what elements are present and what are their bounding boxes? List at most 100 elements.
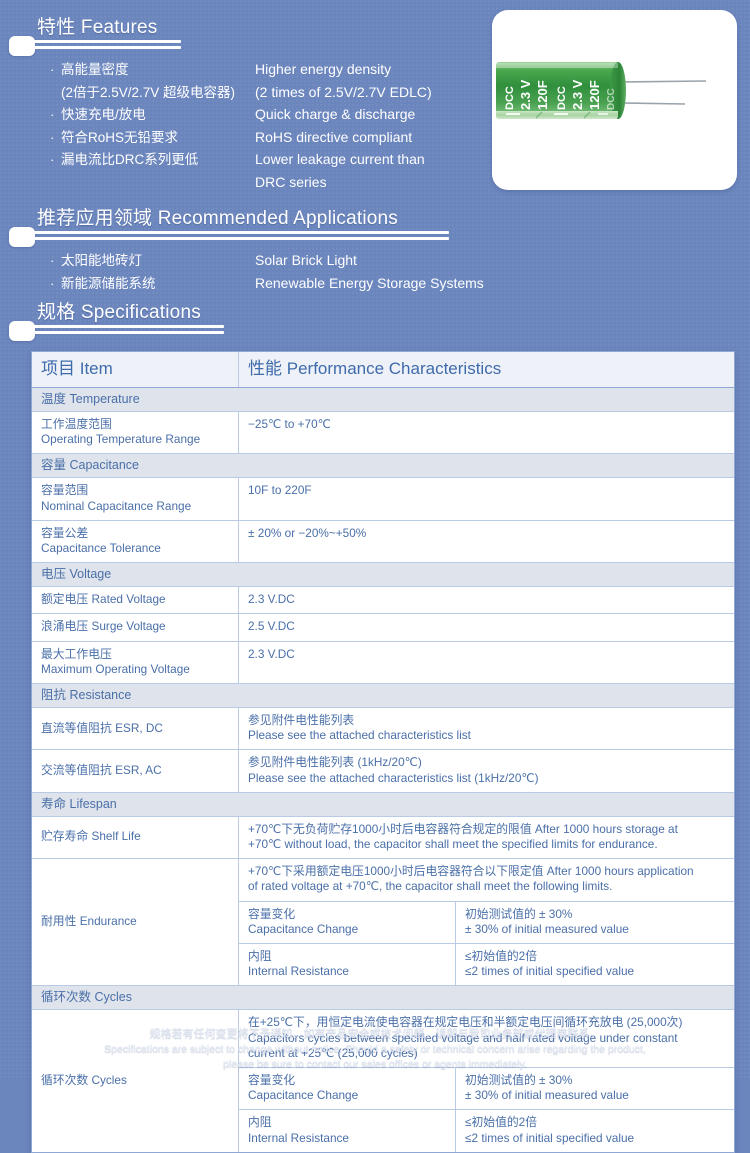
capacitor-lead-positive bbox=[619, 80, 707, 83]
bullet-dot-icon: · bbox=[50, 107, 55, 122]
row-value-cell: 参见附件电性能列表 (1kHz/20℃) Please see the atta… bbox=[248, 755, 539, 785]
section-label: 循环次数 Cycles bbox=[41, 990, 133, 1005]
endurance-subrow-value: ≤初始值的2倍 ≤2 times of initial specified va… bbox=[456, 944, 734, 985]
row-value: 2.3 V.DC bbox=[239, 587, 734, 613]
row-value-cell: 2.3 V.DC bbox=[248, 592, 295, 607]
list-item: · 太阳能地砖灯 Solar Brick Light bbox=[50, 250, 484, 272]
capacitor-label-voltage: 2.3 V bbox=[570, 79, 585, 110]
table-row: 最大工作电压 Maximum Operating Voltage 2.3 V.D… bbox=[32, 641, 734, 685]
row-value: 参见附件电性能列表 Please see the attached charac… bbox=[239, 708, 734, 749]
applications-heading-text: 推荐应用领域 Recommended Applications bbox=[37, 203, 398, 230]
applications-item-cn: · 新能源储能系统 bbox=[50, 273, 255, 295]
table-section-temperature: 温度 Temperature bbox=[32, 388, 734, 412]
section-label: 电压 Voltage bbox=[41, 567, 112, 582]
cycles-subrow-value: ≤初始值的2倍 ≤2 times of initial specified va… bbox=[456, 1110, 734, 1151]
applications-heading-en: Recommended Applications bbox=[157, 208, 399, 229]
bullet-dot-icon: · bbox=[50, 275, 55, 291]
row-item-cell: 容量公差 Capacitance Tolerance bbox=[41, 525, 161, 556]
list-item: · 符合RoHS无铅要求 RoHS directive compliant bbox=[50, 127, 432, 149]
table-row: 贮存寿命 Shelf Life +70℃下无负荷贮存1000小时后电容器符合规定… bbox=[32, 816, 734, 860]
cycles-subrow-key: 容量变化 Capacitance Change bbox=[239, 1068, 456, 1110]
footer-line-cn: 规格若有任何变更将不予通知。如有产品安全或技术问题，请即与我司业务部或代理商联系… bbox=[149, 1028, 601, 1040]
row-value-cell: 参见附件电性能列表 Please see the attached charac… bbox=[248, 713, 471, 743]
row-item-cell: 浪涌电压 Surge Voltage bbox=[41, 619, 166, 634]
row-value-cell: 2.5 V.DC bbox=[248, 619, 295, 634]
list-item: DRC series bbox=[50, 172, 432, 194]
endurance-subrow-value-cell: 初始测试值的 ± 30% ± 30% of initial measured v… bbox=[465, 906, 629, 936]
row-item-cell: 循环次数 Cycles bbox=[41, 1073, 127, 1088]
table-header-row: 项目 Item 性能 Performance Characteristics bbox=[32, 352, 734, 388]
row-item: 最大工作电压 Maximum Operating Voltage bbox=[32, 641, 239, 684]
table-row: 容量范围 Nominal Capacitance Range 10F to 22… bbox=[32, 478, 734, 521]
row-item: 容量公差 Capacitance Tolerance bbox=[32, 520, 239, 563]
row-item: 工作温度范围 Operating Temperature Range bbox=[32, 412, 239, 454]
table-row-endurance: 耐用性 Endurance +70℃下采用额定电压1000小时后电容器符合以下限… bbox=[32, 859, 734, 987]
row-value-cell: ± 20% or −20%~+50% bbox=[248, 525, 367, 540]
cycles-subrow-value-cell: ≤初始值的2倍 ≤2 times of initial specified va… bbox=[465, 1115, 635, 1145]
datasheet-page: 特性 Features · 高能量密度 Higher energy density… bbox=[0, 0, 750, 1153]
row-item: 浪涌电压 Surge Voltage bbox=[32, 614, 239, 641]
cycles-subrow-key-cell: 内阻 Internal Resistance bbox=[248, 1115, 349, 1145]
applications-heading-cn: 推荐应用领域 bbox=[37, 208, 153, 229]
features-item-en: DRC series bbox=[255, 173, 327, 190]
cycles-subrow: 内阻 Internal Resistance ≤初始值的2倍 ≤2 times … bbox=[239, 1110, 734, 1152]
cycles-subrow-key-cell: 容量变化 Capacitance Change bbox=[248, 1073, 359, 1103]
list-item: (2倍于2.5V/2.7V 超级电容器) (2 times of 2.5V/2.… bbox=[50, 82, 432, 104]
specifications-heading-cn: 规格 bbox=[37, 302, 76, 323]
applications-list: · 太阳能地砖灯 Solar Brick Light · 新能源储能系统 Renew… bbox=[50, 250, 484, 295]
features-item-cn bbox=[50, 172, 255, 194]
heading-rule-line-top bbox=[31, 231, 449, 234]
table-section-cycles: 循环次数 Cycles bbox=[32, 986, 734, 1011]
row-value: 2.3 V.DC bbox=[239, 642, 734, 683]
capacitor-highlight bbox=[496, 63, 618, 68]
table-header-item-cn: 项目 bbox=[41, 359, 75, 378]
table-row: 工作温度范围 Operating Temperature Range −25℃ … bbox=[32, 412, 734, 455]
bullet-dot-icon: · bbox=[50, 152, 55, 167]
table-section-lifespan: 寿命 Lifespan bbox=[32, 792, 734, 817]
bullet-dot-icon: · bbox=[50, 253, 55, 268]
endurance-description: +70℃下采用额定电压1000小时后电容器符合以下限定值 After 1000 … bbox=[239, 859, 734, 902]
specifications-heading: 规格 Specifications bbox=[37, 297, 201, 324]
row-item: 容量范围 Nominal Capacitance Range bbox=[32, 478, 239, 520]
endurance-subrow-key: 内阻 Internal Resistance bbox=[239, 944, 456, 986]
applications-item-en: Renewable Energy Storage Systems bbox=[255, 274, 484, 291]
table-row: 交流等值阻抗 ESR, AC 参见附件电性能列表 (1kHz/20℃) Plea… bbox=[32, 750, 734, 793]
section-label: 阻抗 Resistance bbox=[41, 688, 132, 703]
bullet-dot-icon: · bbox=[50, 62, 55, 77]
table-header-perf-cn: 性能 bbox=[248, 359, 282, 378]
table-header-item: 项目 Item bbox=[32, 352, 239, 387]
table-section-voltage: 电压 Voltage bbox=[32, 563, 734, 588]
footer-disclaimer: 规格若有任何变更将不予通知。如有产品安全或技术问题，请即与我司业务部或代理商联系… bbox=[0, 1027, 750, 1072]
applications-heading: 推荐应用领域 Recommended Applications bbox=[37, 203, 398, 230]
row-item: 耐用性 Endurance bbox=[32, 859, 239, 986]
endurance-subrow-key: 容量变化 Capacitance Change bbox=[239, 901, 456, 944]
endurance-subtable: +70℃下采用额定电压1000小时后电容器符合以下限定值 After 1000 … bbox=[239, 859, 734, 986]
features-heading-text: 特性 Features bbox=[37, 12, 157, 39]
row-item-cell: 交流等值阻抗 ESR, AC bbox=[41, 763, 162, 778]
features-item-cn: · 漏电流比DRC系列更低 bbox=[50, 149, 255, 171]
table-header-performance: 性能 Performance Characteristics bbox=[239, 352, 734, 387]
features-item-en: Lower leakage current than bbox=[255, 151, 425, 167]
cycles-subrow: 容量变化 Capacitance Change 初始测试值的 ± 30% ± 3… bbox=[239, 1068, 734, 1111]
row-item: 直流等值阻抗 ESR, DC bbox=[32, 708, 239, 750]
section-label: 温度 Temperature bbox=[41, 392, 140, 406]
cycles-subrow-key: 内阻 Internal Resistance bbox=[239, 1110, 456, 1152]
features-item-cn: · 符合RoHS无铅要求 bbox=[50, 127, 255, 149]
table-row: 浪涌电压 Surge Voltage 2.5 V.DC bbox=[32, 614, 734, 642]
row-item-cell: 耐用性 Endurance bbox=[41, 914, 137, 929]
list-item: · 漏电流比DRC系列更低 Lower leakage current than bbox=[50, 149, 432, 171]
row-value: −25℃ to +70℃ bbox=[239, 412, 734, 453]
applications-heading-rule bbox=[9, 227, 449, 247]
endurance-subrow-value-cell: ≤初始值的2倍 ≤2 times of initial specified va… bbox=[465, 949, 635, 979]
row-item-cell: 容量范围 Nominal Capacitance Range bbox=[41, 483, 192, 513]
capacitor-illustration: DCC 2.3 V 120F DCC 2.3 V 120F DCC bbox=[496, 62, 707, 119]
heading-rule-line-top bbox=[31, 40, 181, 43]
product-photo: DCC 2.3 V 120F DCC 2.3 V 120F DCC bbox=[492, 10, 737, 190]
heading-rule-line-bottom bbox=[31, 46, 181, 49]
row-item: 额定电压 Rated Voltage bbox=[32, 587, 239, 614]
section-label: 寿命 Lifespan bbox=[41, 796, 117, 811]
row-value-cell: +70℃下无负荷贮存1000小时后电容器符合规定的限值 After 1000 h… bbox=[248, 821, 678, 852]
capacitor-label-voltage: 2.3 V bbox=[518, 79, 533, 110]
footer-line-en1: Specifications are subject to change wit… bbox=[104, 1043, 646, 1055]
capacitor-label-dcc: DCC bbox=[504, 86, 516, 110]
